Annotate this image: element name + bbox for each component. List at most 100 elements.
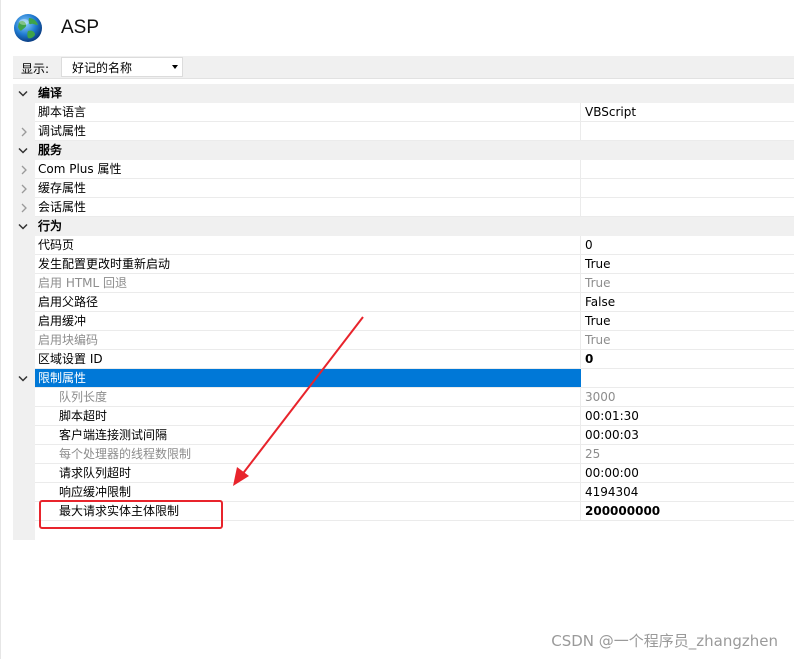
collapse-chevron-icon[interactable] xyxy=(13,369,35,388)
property-row[interactable]: 区域设置 ID 0 xyxy=(13,350,794,369)
property-value[interactable]: False xyxy=(581,293,794,312)
property-value[interactable]: True xyxy=(581,312,794,331)
expand-chevron-icon[interactable] xyxy=(13,122,35,141)
page-header: ASP xyxy=(13,10,99,46)
property-name: 区域设置 ID xyxy=(35,350,581,369)
expand-chevron-icon[interactable] xyxy=(13,179,35,198)
property-name: 限制属性 xyxy=(35,369,581,388)
property-value[interactable]: 0 xyxy=(581,236,794,255)
collapse-chevron-icon[interactable] xyxy=(13,217,35,236)
property-row[interactable]: 代码页 0 xyxy=(13,236,794,255)
group-row[interactable]: 限制属性 xyxy=(13,369,794,388)
property-value[interactable]: True xyxy=(581,255,794,274)
property-value xyxy=(581,141,794,160)
property-row[interactable]: 启用缓冲 True xyxy=(13,312,794,331)
property-row[interactable]: 队列长度 3000 xyxy=(13,388,794,407)
row-gutter xyxy=(13,445,35,464)
property-name: 最大请求实体主体限制 xyxy=(35,502,581,521)
property-value[interactable] xyxy=(581,122,794,141)
property-name: 客户端连接测试间隔 xyxy=(35,426,581,445)
property-row[interactable]: 请求队列超时 00:00:00 xyxy=(13,464,794,483)
globe-icon xyxy=(14,14,42,42)
property-name: 启用缓冲 xyxy=(35,312,581,331)
property-name: 代码页 xyxy=(35,236,581,255)
expand-chevron-icon[interactable] xyxy=(13,198,35,217)
property-name: 缓存属性 xyxy=(35,179,581,198)
category-row[interactable]: 编译 xyxy=(13,84,794,103)
property-row[interactable]: 脚本超时 00:01:30 xyxy=(13,407,794,426)
property-row[interactable]: 最大请求实体主体限制 200000000 xyxy=(13,502,794,521)
property-value[interactable]: 200000000 xyxy=(581,502,794,521)
property-value[interactable] xyxy=(581,179,794,198)
category-row[interactable]: 服务 xyxy=(13,141,794,160)
property-name: 启用 HTML 回退 xyxy=(35,274,581,293)
property-value[interactable]: 3000 xyxy=(581,388,794,407)
property-row[interactable]: 每个处理器的线程数限制 25 xyxy=(13,445,794,464)
display-label: 显示: xyxy=(21,62,50,76)
property-value[interactable]: 00:01:30 xyxy=(581,407,794,426)
property-row[interactable]: 脚本语言 VBScript xyxy=(13,103,794,122)
property-name: 行为 xyxy=(35,217,581,236)
row-gutter xyxy=(13,350,35,369)
category-row[interactable]: 行为 xyxy=(13,217,794,236)
row-gutter xyxy=(13,236,35,255)
group-row[interactable]: Com Plus 属性 xyxy=(13,160,794,179)
collapse-chevron-icon[interactable] xyxy=(13,141,35,160)
property-value[interactable] xyxy=(581,198,794,217)
row-gutter xyxy=(13,407,35,426)
property-name: 请求队列超时 xyxy=(35,464,581,483)
property-value[interactable]: VBScript xyxy=(581,103,794,122)
property-value xyxy=(581,84,794,103)
row-gutter xyxy=(13,464,35,483)
row-gutter xyxy=(13,312,35,331)
property-value[interactable] xyxy=(581,160,794,179)
property-name: 会话属性 xyxy=(35,198,581,217)
property-value[interactable]: True xyxy=(581,331,794,350)
property-name: 调试属性 xyxy=(35,122,581,141)
page-title: ASP xyxy=(61,17,100,38)
property-name: 发生配置更改时重新启动 xyxy=(35,255,581,274)
property-name: 服务 xyxy=(35,141,581,160)
property-name: 启用父路径 xyxy=(35,293,581,312)
property-value xyxy=(581,217,794,236)
property-value[interactable]: 00:00:03 xyxy=(581,426,794,445)
collapse-chevron-icon[interactable] xyxy=(13,84,35,103)
row-gutter xyxy=(13,103,35,122)
property-name: Com Plus 属性 xyxy=(35,160,581,179)
property-value[interactable]: 4194304 xyxy=(581,483,794,502)
expand-chevron-icon[interactable] xyxy=(13,160,35,179)
group-row[interactable]: 缓存属性 xyxy=(13,179,794,198)
grid-empty-space xyxy=(13,521,794,540)
property-row[interactable]: 响应缓冲限制 4194304 xyxy=(13,483,794,502)
row-gutter xyxy=(13,502,35,521)
property-value[interactable] xyxy=(581,369,794,388)
dropdown-caret-icon xyxy=(172,65,178,69)
property-name: 队列长度 xyxy=(35,388,581,407)
display-mode-select[interactable]: 好记的名称 xyxy=(61,57,183,77)
property-row[interactable]: 客户端连接测试间隔 00:00:03 xyxy=(13,426,794,445)
watermark: CSDN @一个程序员_zhangzhen xyxy=(551,632,778,650)
property-name: 脚本语言 xyxy=(35,103,581,122)
row-gutter xyxy=(13,426,35,445)
property-name: 每个处理器的线程数限制 xyxy=(35,445,581,464)
row-gutter xyxy=(13,255,35,274)
row-gutter xyxy=(13,521,35,540)
property-row[interactable]: 发生配置更改时重新启动 True xyxy=(13,255,794,274)
property-value[interactable]: 00:00:00 xyxy=(581,464,794,483)
row-gutter xyxy=(13,293,35,312)
property-name: 响应缓冲限制 xyxy=(35,483,581,502)
row-gutter xyxy=(13,483,35,502)
property-value[interactable]: 0 xyxy=(581,350,794,369)
group-row[interactable]: 会话属性 xyxy=(13,198,794,217)
property-name: 编译 xyxy=(35,84,581,103)
property-value[interactable]: 25 xyxy=(581,445,794,464)
property-row[interactable]: 启用块编码 True xyxy=(13,331,794,350)
property-value[interactable]: True xyxy=(581,274,794,293)
property-name: 脚本超时 xyxy=(35,407,581,426)
property-row[interactable]: 启用 HTML 回退 True xyxy=(13,274,794,293)
group-row[interactable]: 调试属性 xyxy=(13,122,794,141)
property-row[interactable]: 启用父路径 False xyxy=(13,293,794,312)
property-name: 启用块编码 xyxy=(35,331,581,350)
property-grid: 编译 脚本语言 VBScript 调试属性 服务 Com Plus 属性 缓存属性 会话属性行… xyxy=(13,84,794,540)
asp-feature-page: ASP 显示: 好记的名称 编译 脚本语言 VBScript 调试属性 服务 Com Pl… xyxy=(0,0,794,659)
